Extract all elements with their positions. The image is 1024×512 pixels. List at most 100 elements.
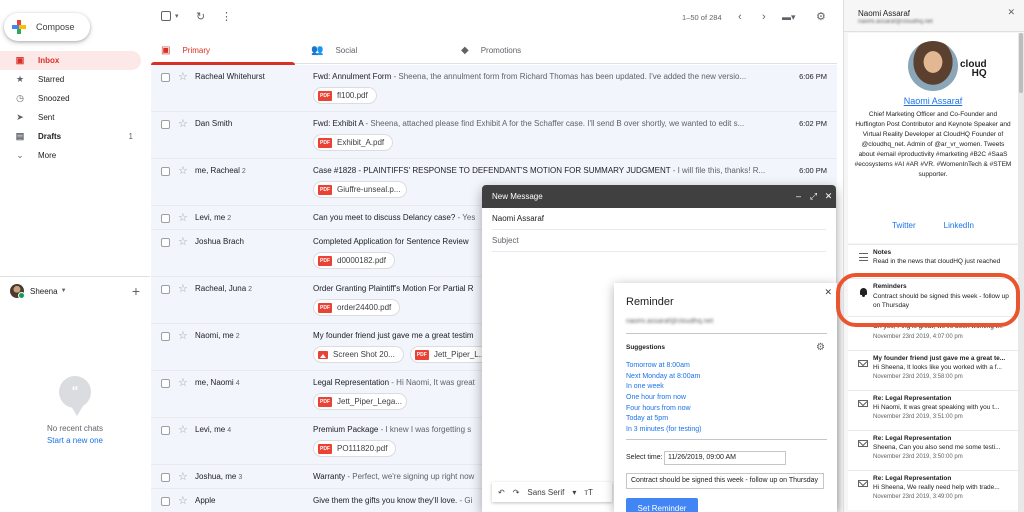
hangouts-user-name: Sheena bbox=[30, 286, 58, 296]
star-icon[interactable]: ☆ bbox=[178, 423, 188, 436]
gear-icon[interactable]: ⚙ bbox=[816, 342, 825, 353]
suggestion-list: Tomorrow at 8:00am Next Monday at 8:00am… bbox=[626, 362, 701, 437]
suggestion-option[interactable]: Four hours from now bbox=[626, 405, 701, 416]
gear-icon[interactable]: ⚙ bbox=[816, 11, 826, 23]
sidebar-item-inbox[interactable]: ▣ Inbox bbox=[0, 51, 141, 70]
row-checkbox[interactable] bbox=[161, 426, 170, 435]
email-row[interactable]: ☆ Dan Smith Fwd: Exhibit A - Sheena, attac… bbox=[151, 112, 837, 159]
feed-item-date: November 23rd 2019, 3:51:00 pm bbox=[873, 414, 963, 420]
row-checkbox[interactable] bbox=[161, 379, 170, 388]
redo-icon[interactable]: ↷ bbox=[513, 488, 520, 497]
attachment-chip[interactable]: PDF PO111820.pdf bbox=[313, 440, 397, 457]
scrollbar[interactable] bbox=[1018, 33, 1024, 512]
attachment-name: Exhibit_A.pdf bbox=[337, 138, 385, 147]
close-icon[interactable]: ✕ bbox=[1007, 7, 1015, 18]
expand-icon[interactable]: ⤢ bbox=[806, 191, 821, 202]
row-checkbox[interactable] bbox=[161, 285, 170, 294]
star-icon[interactable]: ☆ bbox=[178, 235, 188, 248]
pdf-icon: PDF bbox=[318, 443, 332, 454]
to-field[interactable]: Naomi Assaraf bbox=[492, 208, 826, 230]
star-icon[interactable]: ☆ bbox=[178, 470, 188, 483]
compose-button[interactable]: Compose bbox=[4, 13, 90, 41]
email-subject-line: Fwd: Annulment Form - Sheena, the annulm… bbox=[313, 72, 773, 81]
star-icon[interactable]: ☆ bbox=[178, 70, 188, 83]
font-select[interactable]: Sans Serif bbox=[527, 488, 564, 497]
feed-email-item[interactable]: Re: Legal Representation Sheena, Can you… bbox=[848, 430, 1018, 470]
chevron-right-icon[interactable]: › bbox=[762, 11, 766, 23]
row-checkbox[interactable] bbox=[161, 497, 170, 506]
star-icon[interactable]: ☆ bbox=[178, 282, 188, 295]
suggestion-option[interactable]: In 3 minutes (for testing) bbox=[626, 426, 701, 437]
attachment-chip[interactable]: PDF Jett_Piper_Lega... bbox=[313, 393, 407, 410]
keyboard-icon[interactable]: ▬▾ bbox=[782, 11, 796, 23]
row-checkbox[interactable] bbox=[161, 473, 170, 482]
subject-field[interactable]: Subject bbox=[492, 230, 826, 252]
sidebar-item-more[interactable]: ⌄ More bbox=[0, 146, 141, 165]
sidebar-item-drafts[interactable]: ▤ Drafts 1 bbox=[0, 127, 141, 146]
hangouts-user[interactable]: Sheena ▼ + bbox=[10, 283, 140, 299]
reminders-item[interactable]: Reminders Contract should be signed this… bbox=[848, 278, 1018, 316]
suggestion-option[interactable]: Tomorrow at 8:00am bbox=[626, 362, 701, 373]
close-icon[interactable]: ✕ bbox=[821, 191, 836, 202]
tab-social[interactable]: 👥 Social bbox=[301, 37, 451, 64]
attachment-chip[interactable]: PDF Giuffre-unseal.p... bbox=[313, 181, 407, 198]
caret-down-icon[interactable]: ▾ bbox=[572, 488, 576, 497]
star-icon[interactable]: ☆ bbox=[178, 376, 188, 389]
tab-promotions[interactable]: ◆ Promotions bbox=[451, 37, 601, 64]
text-size-icon[interactable]: ᴛT bbox=[584, 488, 593, 497]
row-checkbox[interactable] bbox=[161, 214, 170, 223]
attachment-chip[interactable]: PDF order24400.pdf bbox=[313, 299, 401, 316]
email-subject: Fwd: Exhibit A bbox=[313, 119, 364, 128]
sidebar-item-sent[interactable]: ➤ Sent bbox=[0, 108, 141, 127]
linkedin-link[interactable]: LinkedIn bbox=[944, 221, 974, 230]
email-time: 6:00 PM bbox=[799, 166, 827, 175]
star-icon[interactable]: ☆ bbox=[178, 164, 188, 177]
suggestion-option[interactable]: Today at 5pm bbox=[626, 415, 701, 426]
star-icon[interactable]: ☆ bbox=[178, 329, 188, 342]
compose-header[interactable]: New Message – ⤢ ✕ bbox=[482, 185, 836, 208]
suggestion-option[interactable]: Next Monday at 8:00am bbox=[626, 373, 701, 384]
more-vert-icon[interactable]: ⋮ bbox=[221, 11, 232, 23]
row-checkbox[interactable] bbox=[161, 167, 170, 176]
nav-list: ▣ Inbox ★ Starred ◷ Snoozed ➤ Sent ▤ Dra… bbox=[0, 51, 141, 165]
chevron-left-icon[interactable]: ‹ bbox=[738, 11, 742, 23]
feed-email-item[interactable]: Re: Legal Representation Hi Naomi, It wa… bbox=[848, 390, 1018, 430]
feed-email-item[interactable]: My founder friend just gave me a great t… bbox=[848, 350, 1018, 390]
star-icon[interactable]: ☆ bbox=[178, 494, 188, 507]
tab-primary[interactable]: ▣ Primary bbox=[151, 37, 301, 65]
star-icon[interactable]: ☆ bbox=[178, 117, 188, 130]
sidebar-item-label: Sent bbox=[38, 113, 55, 122]
reminder-note-input[interactable]: Contract should be signed this week - fo… bbox=[626, 473, 824, 489]
feed-email-item[interactable]: Re: Legal Representation Hi Sheena, We r… bbox=[848, 470, 1018, 510]
attachment-chip[interactable]: PDF fl100.pdf bbox=[313, 87, 377, 104]
select-time-input[interactable]: 11/26/2019, 09:00 AM bbox=[664, 451, 786, 465]
minimize-icon[interactable]: – bbox=[791, 191, 806, 202]
suggestion-option[interactable]: In one week bbox=[626, 383, 701, 394]
add-chat-icon[interactable]: + bbox=[132, 283, 140, 299]
notes-item[interactable]: Notes Read in the news that cloudHQ just… bbox=[848, 244, 1018, 278]
email-row[interactable]: ☆ Racheal Whitehurst Fwd: Annulment Form -… bbox=[151, 65, 837, 112]
row-checkbox[interactable] bbox=[161, 332, 170, 341]
start-chat-link[interactable]: Start a new one bbox=[0, 436, 150, 445]
caret-down-icon[interactable]: ▾ bbox=[175, 11, 179, 23]
attachment-chips: PDF d0000182.pdf bbox=[313, 252, 401, 269]
twitter-link[interactable]: Twitter bbox=[892, 221, 916, 230]
sidebar-item-starred[interactable]: ★ Starred bbox=[0, 70, 141, 89]
row-checkbox[interactable] bbox=[161, 238, 170, 247]
suggestion-option[interactable]: One hour from now bbox=[626, 394, 701, 405]
feed-email-item[interactable]: Oh yes, Ping is great, we've been workin… bbox=[848, 316, 1018, 350]
attachment-chip[interactable]: Screen Shot 20... bbox=[313, 346, 404, 363]
set-reminder-button[interactable]: Set Reminder bbox=[626, 498, 698, 512]
close-icon[interactable]: ✕ bbox=[824, 287, 832, 298]
row-checkbox[interactable] bbox=[161, 120, 170, 129]
undo-icon[interactable]: ↶ bbox=[498, 488, 505, 497]
attachment-chip[interactable]: PDF Exhibit_A.pdf bbox=[313, 134, 394, 151]
refresh-icon[interactable]: ↻ bbox=[196, 11, 205, 23]
attachment-chip[interactable]: PDF d0000182.pdf bbox=[313, 252, 395, 269]
sidebar-item-snoozed[interactable]: ◷ Snoozed bbox=[0, 89, 141, 108]
contact-name-link[interactable]: Naomi Assaraf bbox=[848, 96, 1018, 106]
mail-icon bbox=[857, 439, 869, 449]
row-checkbox[interactable] bbox=[161, 73, 170, 82]
star-icon[interactable]: ☆ bbox=[178, 211, 188, 224]
select-all-checkbox[interactable] bbox=[161, 11, 171, 24]
